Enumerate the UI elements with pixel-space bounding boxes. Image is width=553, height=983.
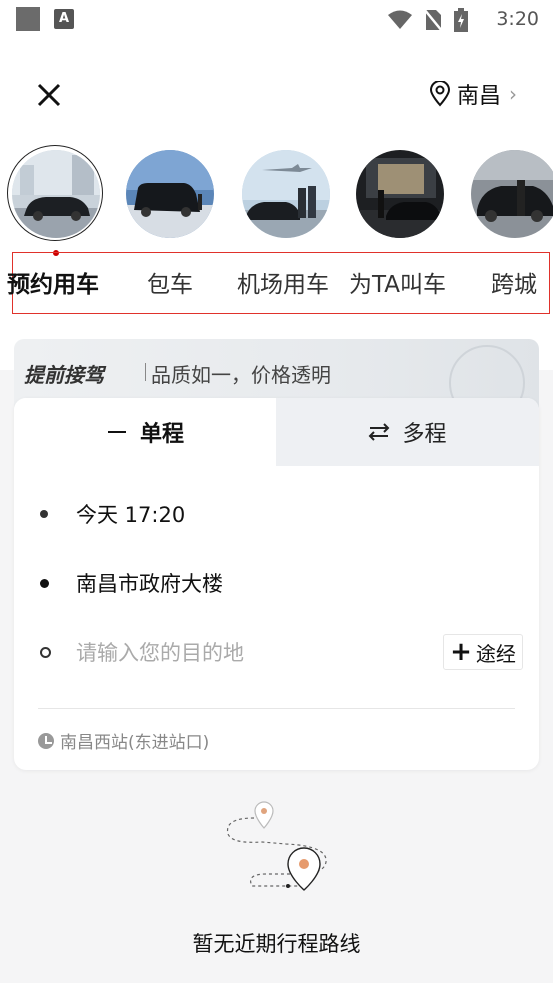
service-airport[interactable] (236, 146, 336, 246)
time-row[interactable]: 今天 17:20 (14, 484, 539, 544)
banner-subtitle: 品质如一，价格透明 (151, 363, 331, 387)
city-selector[interactable]: 南昌 › (429, 78, 517, 110)
banner-divider (145, 363, 146, 381)
destination-dot-icon (40, 646, 51, 658)
location-pin-icon (429, 81, 450, 107)
header: 南昌 › 预约用车 包车 机场用车 为TA叫车 跨城 (0, 40, 553, 370)
service-charter[interactable] (120, 146, 220, 246)
notification-icon (16, 7, 40, 31)
add-via-button[interactable]: + 途经 (443, 634, 523, 670)
service-tab-call-for-others[interactable]: 为TA叫车 (349, 265, 446, 299)
tab-one-way-label: 单程 (139, 422, 184, 447)
chevron-right-icon: › (509, 82, 517, 106)
tab-multi-trip-label: 多程 (402, 422, 447, 447)
service-call-for-others[interactable] (350, 146, 450, 246)
service-tab-reserve[interactable]: 预约用车 (7, 265, 99, 299)
service-tab-intercity[interactable]: 跨城 (491, 265, 537, 299)
status-time: 3:20 (496, 8, 539, 30)
wifi-icon (388, 10, 412, 29)
start-location: 南昌市政府大楼 (76, 572, 223, 596)
service-tab-airport[interactable]: 机场用车 (237, 265, 329, 299)
clock-dot-icon (40, 510, 48, 518)
app-notification-icon: A (54, 9, 74, 29)
no-sim-icon (423, 8, 443, 32)
destination-input[interactable]: 请输入您的目的地 (76, 637, 244, 667)
start-location-row[interactable]: 南昌市政府大楼 (14, 553, 539, 613)
service-tab-charter[interactable]: 包车 (147, 265, 193, 299)
recent-place-label: 南昌西站(东进站口) (60, 733, 210, 753)
plus-icon: + (450, 637, 472, 667)
service-intercity[interactable] (465, 146, 553, 246)
card-divider (38, 708, 515, 709)
start-dot-icon (40, 578, 49, 588)
via-label: 途经 (475, 641, 516, 666)
tab-one-way[interactable]: 单程 (14, 398, 276, 466)
one-way-arrow-icon (107, 431, 126, 433)
service-image-charter (126, 150, 214, 238)
city-name: 南昌 (456, 84, 501, 109)
empty-state-text: 暂无近期行程路线 (192, 932, 361, 956)
close-icon[interactable] (34, 80, 64, 110)
departure-time: 今天 17:20 (76, 503, 186, 527)
banner-title: 提前接驾 (24, 363, 104, 387)
booking-card: 单程 多程 今天 17:20 南昌市政府大楼 请输入您的目的地 + 途经 南昌西… (14, 398, 539, 770)
battery-icon (454, 8, 468, 32)
swap-arrows-icon (369, 423, 390, 441)
history-clock-icon (38, 732, 54, 749)
empty-route-illustration (226, 801, 327, 891)
service-reserve[interactable] (6, 145, 106, 246)
tab-multi-trip[interactable]: 多程 (276, 398, 539, 466)
service-carousel (0, 145, 553, 266)
service-image-airport (242, 150, 330, 238)
service-tabs: 预约用车 包车 机场用车 为TA叫车 跨城 (7, 252, 550, 314)
service-image-call-for-others (356, 150, 444, 238)
service-image-intercity (471, 150, 553, 238)
status-bar: A 3:20 (0, 0, 553, 40)
recent-place[interactable]: 南昌西站(东进站口) (38, 728, 209, 753)
service-image-reserve (12, 150, 100, 238)
